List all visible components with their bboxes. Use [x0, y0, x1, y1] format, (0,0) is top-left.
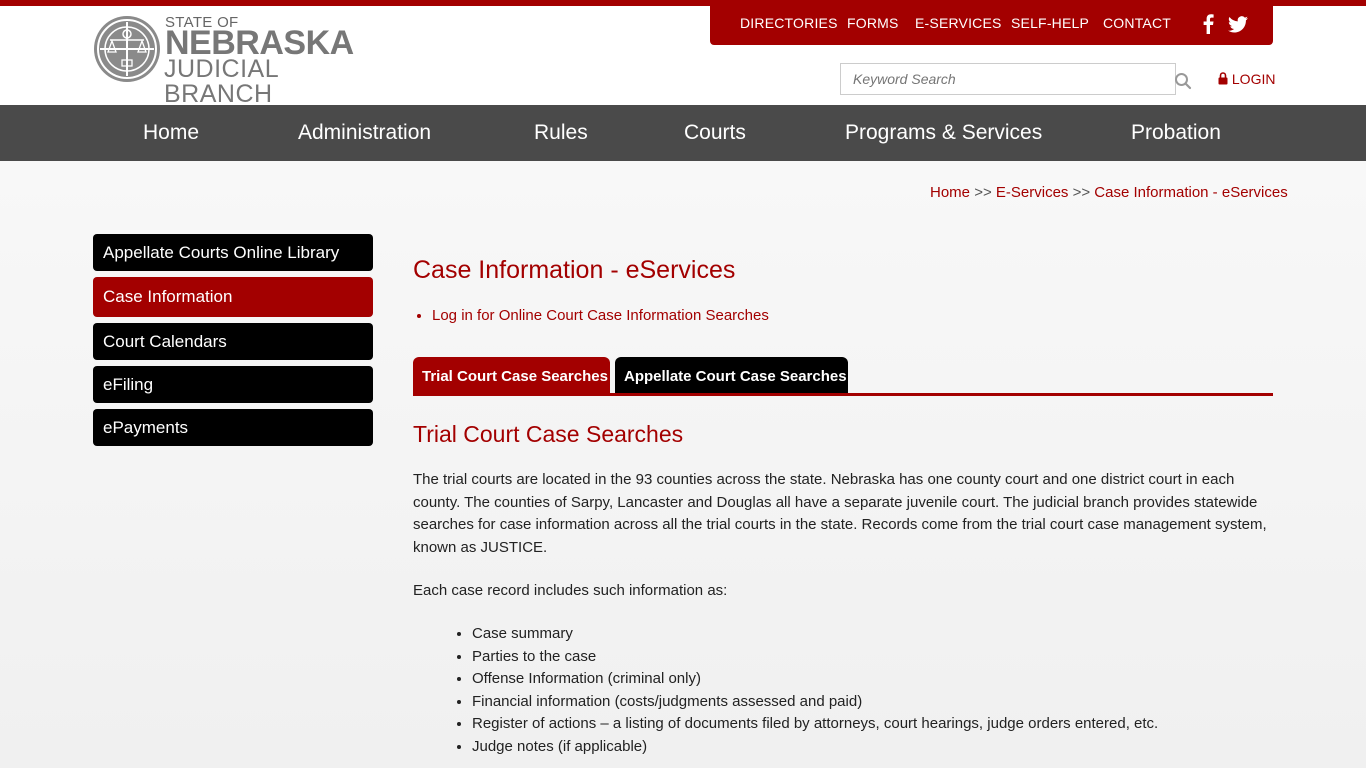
tab-appellate-court[interactable]: Appellate Court Case Searches — [615, 357, 848, 393]
main-nav-probation[interactable]: Probation — [1131, 121, 1221, 145]
main-nav-rules[interactable]: Rules — [534, 121, 588, 145]
state-seal-icon — [94, 16, 160, 82]
utility-link-directories[interactable]: DIRECTORIES — [740, 15, 838, 31]
search-box — [840, 63, 1192, 95]
lock-icon — [1218, 72, 1228, 85]
twitter-icon[interactable] — [1228, 16, 1248, 38]
sidebar: Appellate Courts Online Library Case Inf… — [93, 234, 373, 452]
utility-link-e-services[interactable]: E-SERVICES — [915, 15, 1002, 31]
tab-trial-court[interactable]: Trial Court Case Searches — [413, 357, 610, 393]
utility-link-forms[interactable]: FORMS — [847, 15, 899, 31]
page-title: Case Information - eServices — [413, 256, 736, 284]
breadcrumb-separator: >> — [974, 184, 992, 201]
utility-nav: DIRECTORIES FORMS E-SERVICES SELF-HELP C… — [710, 6, 1273, 45]
case-search-tabs: Trial Court Case Searches Appellate Cour… — [413, 357, 1273, 396]
sidebar-item-efiling[interactable]: eFiling — [93, 366, 373, 403]
list-item: Case summary — [472, 623, 1158, 646]
section-title: Trial Court Case Searches — [413, 421, 684, 447]
facebook-icon[interactable] — [1202, 14, 1214, 39]
list-item: Offense Information (criminal only) — [472, 668, 1158, 691]
logo-judicial-branch-text: JUDICIAL BRANCH — [164, 55, 279, 108]
sidebar-item-appellate-library[interactable]: Appellate Courts Online Library — [93, 234, 373, 271]
breadcrumb: Home >> E-Services >> Case Information -… — [930, 184, 1288, 201]
case-record-info-list: Case summary Parties to the case Offense… — [472, 623, 1158, 758]
list-item: Financial information (costs/judgments a… — [472, 691, 1158, 714]
main-nav-home[interactable]: Home — [143, 121, 199, 145]
utility-link-contact[interactable]: CONTACT — [1103, 15, 1171, 31]
main-nav-courts[interactable]: Courts — [684, 121, 746, 145]
list-item: Judge notes (if applicable) — [472, 736, 1158, 759]
case-record-intro: Each case record includes such informati… — [413, 582, 728, 599]
list-item: Log in for Online Court Case Information… — [432, 307, 769, 324]
login-link-list: Log in for Online Court Case Information… — [432, 307, 769, 324]
sidebar-item-case-information[interactable]: Case Information — [93, 277, 373, 317]
breadcrumb-home[interactable]: Home — [930, 184, 970, 201]
sidebar-item-court-calendars[interactable]: Court Calendars — [93, 323, 373, 360]
main-nav-programs-services[interactable]: Programs & Services — [845, 121, 1042, 145]
login-label: LOGIN — [1231, 71, 1276, 87]
search-input[interactable] — [841, 64, 1141, 94]
online-search-login-link[interactable]: Log in for Online Court Case Information… — [432, 307, 769, 324]
login-link[interactable]: LOGIN — [1218, 71, 1275, 87]
search-icon[interactable] — [1174, 72, 1192, 90]
breadcrumb-current[interactable]: Case Information - eServices — [1094, 184, 1287, 201]
breadcrumb-e-services[interactable]: E-Services — [996, 184, 1069, 201]
intro-paragraph: The trial courts are located in the 93 c… — [413, 471, 1267, 556]
utility-link-self-help[interactable]: SELF-HELP — [1011, 15, 1089, 31]
list-item: Register of actions – a listing of docum… — [472, 713, 1158, 736]
breadcrumb-separator: >> — [1072, 184, 1091, 201]
site-logo[interactable]: STATE OF NEBRASKA JUDICIAL BRANCH — [92, 14, 392, 107]
list-item: Parties to the case — [472, 646, 1158, 669]
main-nav: Home Administration Rules Courts Program… — [0, 105, 1366, 161]
main-nav-administration[interactable]: Administration — [298, 121, 431, 145]
sidebar-item-epayments[interactable]: ePayments — [93, 409, 373, 446]
